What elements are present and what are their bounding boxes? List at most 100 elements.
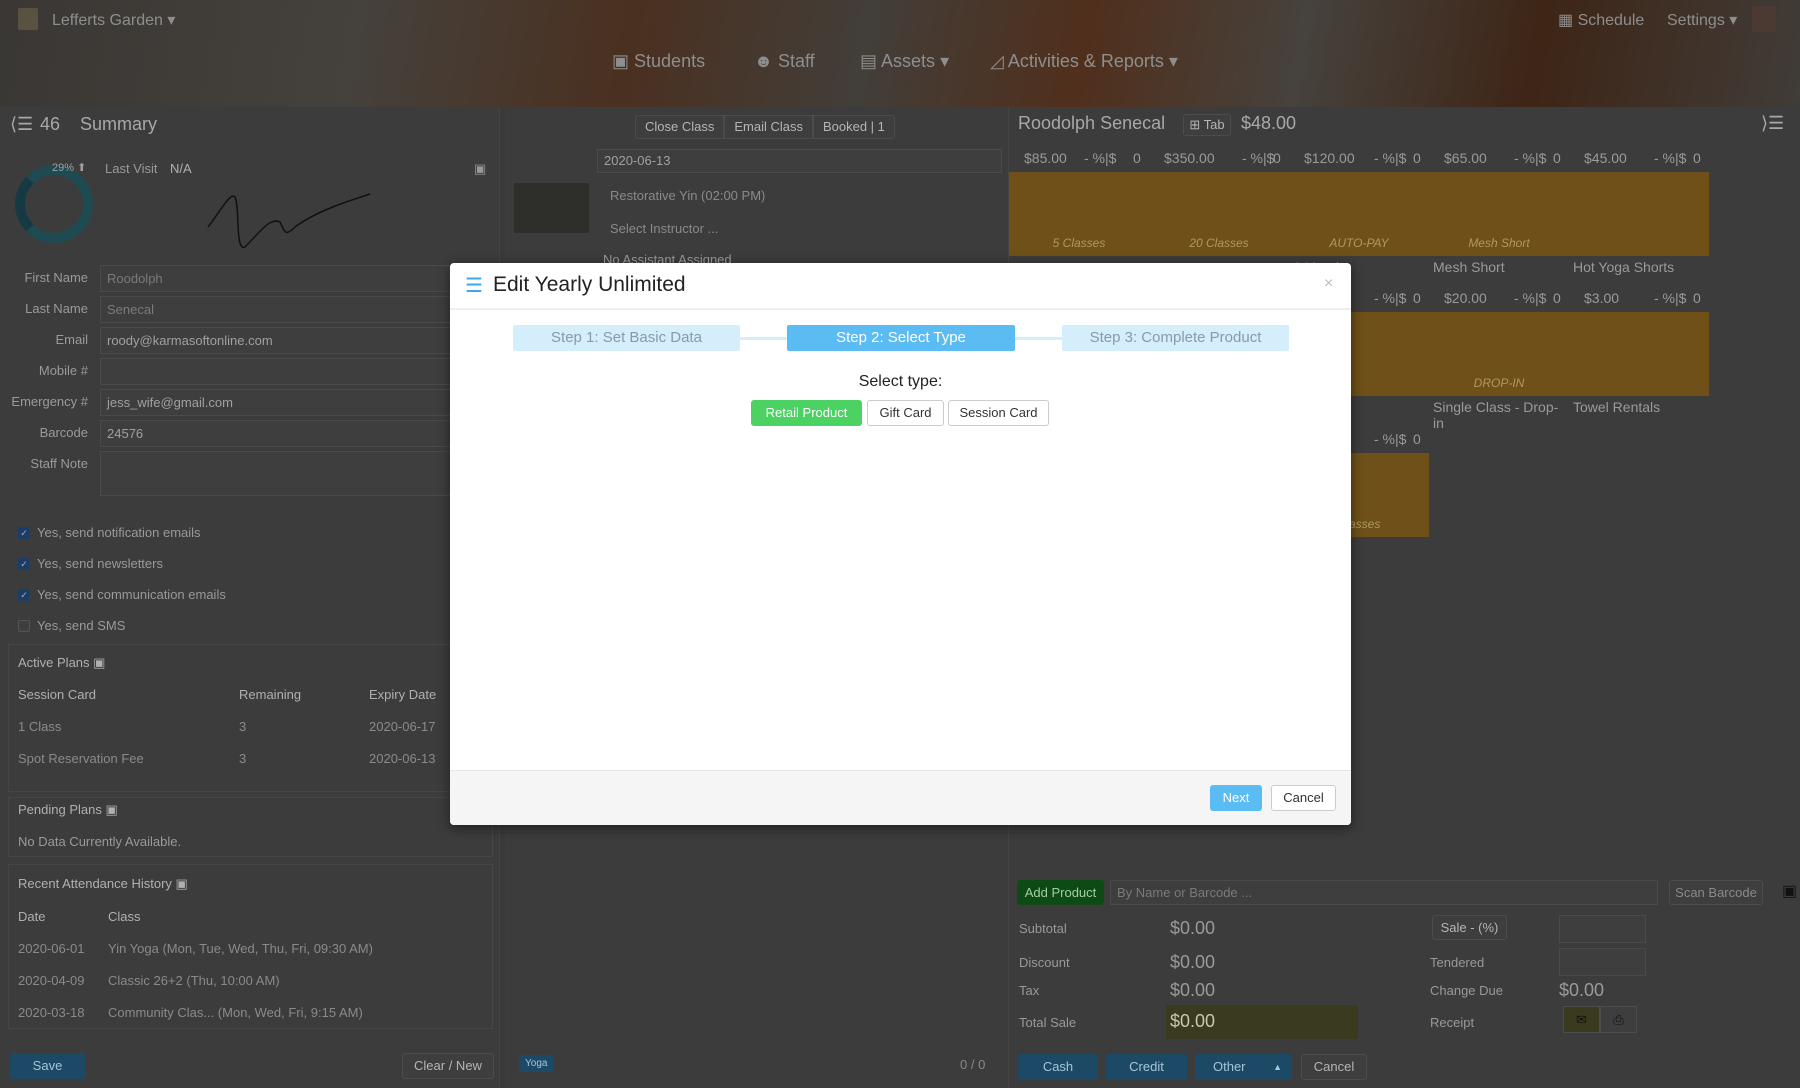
schedule-link[interactable]: ▦ Schedule <box>1558 10 1644 30</box>
retail-product-button[interactable]: Retail Product <box>751 400 862 426</box>
cancel-sale-button[interactable]: Cancel <box>1301 1054 1367 1080</box>
subtotal-label: Subtotal <box>1019 921 1067 936</box>
tile-discount-input[interactable]: - %|$ <box>1654 290 1686 306</box>
location-dropdown[interactable]: Lefferts Garden ▾ <box>52 10 175 30</box>
tile-image: 5 Classes <box>1009 172 1149 256</box>
print-receipt-button[interactable]: ⎙ <box>1600 1006 1637 1033</box>
scan-barcode-button[interactable]: Scan Barcode <box>1669 880 1763 905</box>
save-floppy-icon[interactable]: ▣ <box>1782 881 1797 901</box>
checkbox[interactable] <box>18 620 30 632</box>
id-card-icon: ▣ <box>105 802 118 817</box>
tile-caption: Mesh Short <box>1433 259 1505 275</box>
tendered-label: Tendered <box>1430 955 1485 970</box>
email-receipt-button[interactable]: ✉ <box>1563 1006 1600 1033</box>
active-plans-title: Active Plans ▣ <box>18 655 105 671</box>
tendered-input[interactable] <box>1559 948 1646 976</box>
field-input-1[interactable]: Senecal <box>100 296 495 323</box>
chart-icon: ◿ <box>990 51 1004 71</box>
field-input-6[interactable] <box>100 451 495 496</box>
select-type-label: Select type: <box>858 373 943 390</box>
tile-discount-input[interactable]: - %|$ <box>1514 150 1546 166</box>
checkbox-label: Yes, send communication emails <box>37 587 226 602</box>
nav-students[interactable]: ▣ Students <box>612 51 705 72</box>
attendance-cell: 2020-03-18 <box>18 1005 85 1020</box>
tile-discount-input[interactable]: - %|$ <box>1514 290 1546 306</box>
tile-quantity[interactable]: 0 <box>1133 150 1141 166</box>
tile-quantity[interactable]: 0 <box>1413 290 1421 306</box>
tile-caption: Single Class - Drop-in <box>1433 399 1559 431</box>
sale-percent-input[interactable] <box>1559 915 1646 943</box>
tile-discount-input[interactable]: - %|$ <box>1084 150 1116 166</box>
tile-image: AUTO-PAY <box>1289 172 1429 256</box>
field-label: Staff Note <box>30 456 88 471</box>
tax-label: Tax <box>1019 983 1040 998</box>
tile-quantity[interactable]: 0 <box>1553 290 1561 306</box>
cancel-button[interactable]: Cancel <box>1271 785 1336 811</box>
add-product-button[interactable]: Add Product <box>1017 880 1104 905</box>
subtotal-value: $0.00 <box>1170 918 1216 938</box>
id-card-icon[interactable]: ▣ <box>474 161 486 177</box>
tab-button[interactable]: ⊞ Tab <box>1183 114 1231 136</box>
plan-cell: 3 <box>239 719 247 734</box>
nav-label: Activities & Reports <box>1007 51 1164 71</box>
tile-quantity[interactable]: 0 <box>1553 150 1561 166</box>
settings-dropdown[interactable]: Settings ▾ <box>1667 10 1737 30</box>
step-1[interactable]: Step 1: Set Basic Data <box>513 325 740 351</box>
field-input-5[interactable]: 24576 <box>100 420 495 447</box>
tile-discount-input[interactable]: - %|$ <box>1242 150 1274 166</box>
close-class-button[interactable]: Close Class <box>635 115 725 139</box>
field-input-0[interactable]: Roodolph <box>100 265 495 292</box>
tile-quantity[interactable]: 0 <box>1413 431 1421 447</box>
tile-discount-input[interactable]: - %|$ <box>1374 431 1406 447</box>
tile-discount-input[interactable]: - %|$ <box>1654 150 1686 166</box>
clear-new-button[interactable]: Clear / New <box>402 1053 494 1079</box>
cash-button[interactable]: Cash <box>1018 1054 1098 1080</box>
checkbox[interactable]: ✓ <box>18 589 30 601</box>
tile-caption: Hot Yoga Shorts <box>1573 259 1675 275</box>
collapse-right-button[interactable]: ⟩☰ <box>1761 113 1784 134</box>
product-tile[interactable]: $20.00 - %|$ 0 DROP-IN Single Class - Drop-i… <box>1429 287 1569 431</box>
tile-quantity[interactable]: 0 <box>1413 150 1421 166</box>
checkbox[interactable]: ✓ <box>18 558 30 570</box>
product-tile[interactable]: $45.00 - %|$ 0 Hot Yoga Shorts <box>1569 147 1709 285</box>
tile-price: $3.00 <box>1584 290 1620 306</box>
collapse-left-button[interactable]: ⟨☰ <box>10 114 33 135</box>
field-input-4[interactable]: jess_wife@gmail.com <box>100 389 495 416</box>
user-avatar[interactable] <box>1752 6 1776 32</box>
booked-button[interactable]: Booked | 1 <box>812 115 895 139</box>
nav-activities-reports[interactable]: ◿ Activities & Reports ▾ <box>990 51 1178 72</box>
product-search-input[interactable] <box>1110 880 1658 905</box>
credit-button[interactable]: Credit <box>1106 1054 1187 1080</box>
nav-staff[interactable]: ☻ Staff <box>754 51 815 72</box>
instructor-select[interactable]: Select Instructor ... <box>610 221 718 236</box>
product-tile[interactable]: $3.00 - %|$ 0 Towel Rentals <box>1569 287 1709 425</box>
tile-quantity[interactable]: 0 <box>1693 150 1701 166</box>
gift-card-button[interactable]: Gift Card <box>867 400 944 426</box>
tile-discount-input[interactable]: - %|$ <box>1374 150 1406 166</box>
field-input-3[interactable] <box>100 358 495 385</box>
email-class-button[interactable]: Email Class <box>724 115 813 139</box>
class-date-input[interactable]: 2020-06-13 <box>597 149 1002 173</box>
class-select[interactable]: Restorative Yin (02:00 PM) <box>610 188 765 203</box>
step-3[interactable]: Step 3: Complete Product <box>1062 325 1289 351</box>
nav-label: Staff <box>777 51 815 71</box>
step-2[interactable]: Step 2: Select Type <box>787 325 1015 351</box>
next-button[interactable]: Next <box>1210 785 1262 811</box>
sale-percent-button[interactable]: Sale - (%) <box>1432 915 1507 940</box>
tile-price: $65.00 <box>1444 150 1487 166</box>
field-label: Mobile # <box>38 363 88 378</box>
close-icon[interactable]: × <box>1324 275 1333 293</box>
tile-quantity[interactable]: 0 <box>1693 290 1701 306</box>
save-button[interactable]: Save <box>10 1053 85 1079</box>
attendance-title: Recent Attendance History ▣ <box>18 876 188 892</box>
tile-discount-input[interactable]: - %|$ <box>1374 290 1406 306</box>
tile-quantity[interactable]: 0 <box>1273 150 1281 166</box>
session-card-button[interactable]: Session Card <box>948 400 1049 426</box>
field-input-2[interactable]: roody@karmasoftonline.com <box>100 327 495 354</box>
nav-assets[interactable]: ▤ Assets ▾ <box>860 51 949 72</box>
tile-price: $350.00 <box>1164 150 1215 166</box>
other-button[interactable]: Other ▲ <box>1195 1054 1292 1080</box>
product-tile[interactable]: $65.00 - %|$ 0 Mesh Short Mesh Short <box>1429 147 1569 285</box>
checkbox[interactable]: ✓ <box>18 527 30 539</box>
col-header: Expiry Date <box>369 687 437 702</box>
